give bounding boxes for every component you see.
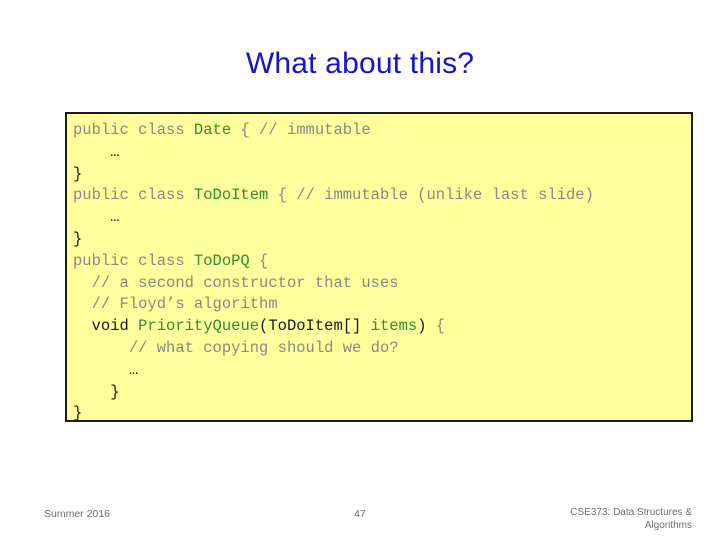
code-line: } <box>73 229 691 251</box>
code-line: } <box>73 382 691 404</box>
code-line: // what copying should we do? <box>73 338 691 360</box>
code-token-cls: items <box>370 317 418 336</box>
code-token-cmt: // immutable <box>259 121 371 139</box>
code-token-cmt: // Floyd’s algorithm <box>91 295 278 314</box>
code-token-cmt: // a second constructor that uses <box>91 273 399 292</box>
code-token-cls: ToDoPQ <box>193 251 250 270</box>
code-line: // a second constructor that uses <box>73 273 691 295</box>
code-token-punct: { <box>249 251 269 270</box>
slide-footer: Summer 2016 47 CSE373: Data Structures &… <box>0 500 720 540</box>
code-token-kw: public class <box>73 251 194 270</box>
code-token-plain: } <box>73 229 83 248</box>
code-token-ell: … <box>128 360 139 379</box>
code-line: } <box>73 403 691 422</box>
code-line: void PriorityQueue(ToDoItem[] items) { <box>73 316 691 338</box>
code-token-plain: ) <box>417 317 436 336</box>
code-token-plain: } <box>73 164 83 183</box>
code-token-ell: … <box>110 208 120 227</box>
footer-course-label: CSE373: Data Structures & Algorithms <box>452 506 692 532</box>
code-line: } <box>73 164 691 186</box>
code-line: … <box>73 142 691 164</box>
footer-course-line-2: Algorithms <box>644 520 692 531</box>
code-token-cls: PriorityQueue <box>138 317 260 336</box>
code-token-cls: ToDoItem <box>193 186 269 205</box>
page-title: What about this? <box>245 47 475 80</box>
code-token-plain: } <box>73 404 83 422</box>
code-token-punct: { <box>435 317 446 336</box>
code-token-plain: (ToDoItem[] <box>259 317 371 336</box>
code-token-cls: Date <box>193 121 232 139</box>
code-token-cmt: // what copying should we do? <box>128 338 399 357</box>
code-line: public class ToDoItem { // immutable (un… <box>73 185 691 207</box>
code-token-plain: } <box>110 382 120 401</box>
code-line: public class ToDoPQ { <box>73 251 691 273</box>
code-token-kw: public class <box>73 186 194 205</box>
code-token-ell: … <box>110 142 120 161</box>
code-line: … <box>73 207 691 229</box>
code-token-plain: void <box>91 317 139 336</box>
code-token-cmt: // immutable <box>296 186 418 205</box>
code-line: // Floyd’s algorithm <box>73 294 691 316</box>
code-line: public class Date { // immutable <box>73 120 691 142</box>
code-token-punct: (unlike last slide) <box>417 186 594 205</box>
code-token-punct: { <box>268 186 297 205</box>
code-token-punct: { <box>231 121 260 139</box>
footer-course-line-1: CSE373: Data Structures & <box>570 507 692 518</box>
code-line: … <box>73 360 691 382</box>
code-token-kw: public class <box>73 121 194 139</box>
code-block: public class Date { // immutable …} publi… <box>65 112 693 422</box>
